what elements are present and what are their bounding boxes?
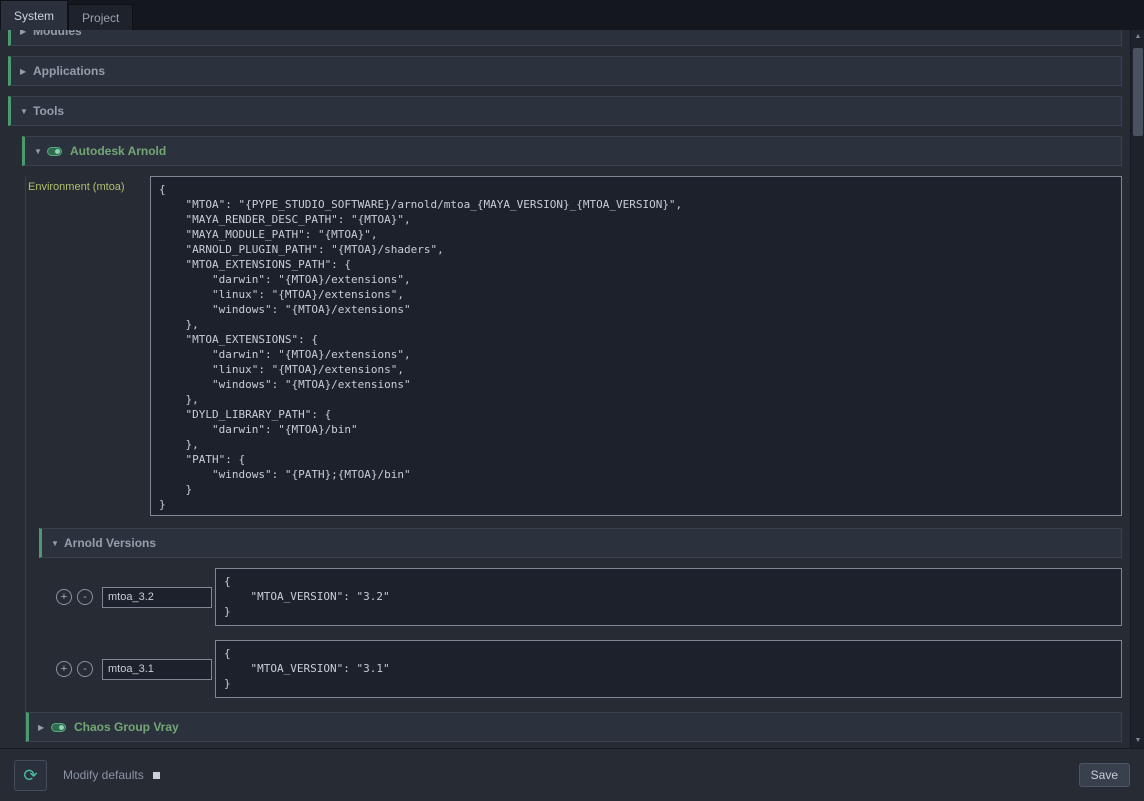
- add-version-button[interactable]: +: [56, 661, 72, 677]
- tab-bar: System Project: [0, 0, 1144, 30]
- section-header-autodesk-arnold[interactable]: ▼ Autodesk Arnold: [22, 136, 1122, 166]
- chevron-right-icon: ▶: [38, 723, 51, 732]
- section-title-autodesk-arnold: Autodesk Arnold: [70, 144, 166, 158]
- enabled-toggle-icon[interactable]: [47, 147, 62, 156]
- chevron-down-icon: ▼: [51, 539, 64, 548]
- section-title-tools: Tools: [33, 104, 64, 118]
- modify-defaults-indicator: [153, 772, 160, 779]
- environment-json-editor[interactable]: { "MTOA": "{PYPE_STUDIO_SOFTWARE}/arnold…: [150, 176, 1122, 516]
- environment-row: Environment (mtoa) { "MTOA": "{PYPE_STUD…: [26, 176, 1122, 516]
- modify-defaults-label: Modify defaults: [63, 768, 144, 782]
- remove-version-button[interactable]: -: [77, 661, 93, 677]
- chevron-down-icon: ▼: [20, 107, 33, 116]
- scroll-up-icon[interactable]: ▲: [1131, 30, 1144, 44]
- autodesk-arnold-body: Environment (mtoa) { "MTOA": "{PYPE_STUD…: [25, 176, 1122, 742]
- version-json-editor[interactable]: { "MTOA_VERSION": "3.1" }: [215, 640, 1122, 698]
- section-header-modules[interactable]: ▶ Modules: [8, 30, 1122, 46]
- remove-version-button[interactable]: -: [77, 589, 93, 605]
- version-row-buttons: + -: [56, 661, 98, 677]
- tools-section-body: ▼ Autodesk Arnold Environment (mtoa) { "…: [22, 136, 1122, 742]
- chevron-right-icon: ▶: [20, 67, 33, 76]
- scroll-down-icon[interactable]: ▼: [1131, 734, 1144, 748]
- scrollbar-thumb[interactable]: [1133, 48, 1143, 136]
- save-button[interactable]: Save: [1079, 763, 1130, 787]
- add-version-button[interactable]: +: [56, 589, 72, 605]
- section-title-arnold-versions: Arnold Versions: [64, 536, 156, 550]
- section-title-applications: Applications: [33, 64, 105, 78]
- section-header-applications[interactable]: ▶ Applications: [8, 56, 1122, 86]
- arnold-versions-section: ▼ Arnold Versions + - { "MTOA_VERSION": …: [39, 528, 1122, 698]
- section-title-chaos-group-vray: Chaos Group Vray: [74, 720, 179, 734]
- section-header-tools[interactable]: ▼ Tools: [8, 96, 1122, 126]
- version-row-mtoa-3-1: + - { "MTOA_VERSION": "3.1" }: [56, 640, 1122, 698]
- section-title-modules: Modules: [33, 30, 82, 38]
- refresh-button[interactable]: ⟳: [14, 760, 47, 791]
- section-header-arnold-versions[interactable]: ▼ Arnold Versions: [39, 528, 1122, 558]
- environment-label: Environment (mtoa): [26, 176, 150, 193]
- settings-scroll-area: ▶ Modules ▶ Applications ▼ Tools ▼ Autod…: [0, 30, 1130, 748]
- version-name-input[interactable]: [102, 659, 212, 680]
- chevron-down-icon: ▼: [34, 147, 47, 156]
- version-row-buttons: + -: [56, 589, 98, 605]
- section-header-chaos-group-vray[interactable]: ▶ Chaos Group Vray: [26, 712, 1122, 742]
- version-row-mtoa-3-2: + - { "MTOA_VERSION": "3.2" }: [56, 568, 1122, 626]
- footer-bar: ⟳ Modify defaults Save: [0, 748, 1144, 801]
- tab-project[interactable]: Project: [68, 4, 133, 30]
- tab-system[interactable]: System: [0, 0, 68, 30]
- version-json-editor[interactable]: { "MTOA_VERSION": "3.2" }: [215, 568, 1122, 626]
- enabled-toggle-icon[interactable]: [51, 723, 66, 732]
- version-name-input[interactable]: [102, 587, 212, 608]
- vertical-scrollbar[interactable]: ▲ ▼: [1130, 30, 1144, 748]
